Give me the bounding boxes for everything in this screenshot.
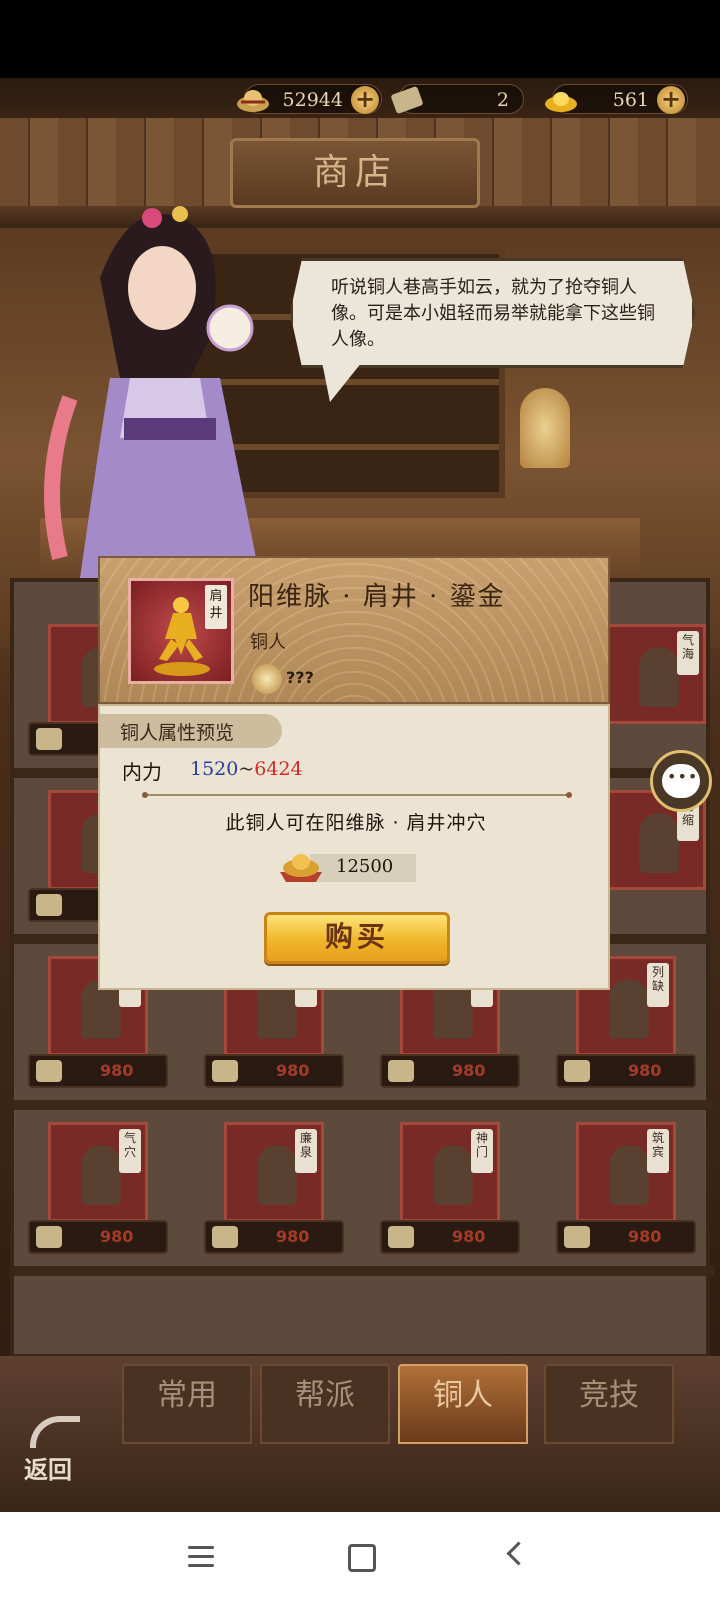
back-button[interactable]: 返回: [20, 1412, 90, 1484]
buy-button-label: 购买: [324, 920, 389, 953]
ticket-amount: 2: [496, 89, 509, 111]
tab-bronze-figure[interactable]: 铜人: [398, 1364, 528, 1444]
currency-bar: 52944 + 2 561 +: [0, 78, 720, 118]
tab-common[interactable]: 常用: [122, 1364, 252, 1444]
silver-ingot-icon: [237, 90, 269, 112]
lamp: [520, 388, 570, 468]
grid-item-price: 980: [204, 1054, 344, 1088]
shop-tab-bar: 常用 帮派 铜人 竞技 返回: [0, 1356, 720, 1512]
back-label: 返回: [24, 1455, 72, 1484]
attr-max: 6424: [254, 758, 303, 780]
section-header: 铜人属性预览: [100, 714, 282, 748]
popup-header: 肩井 阳维脉 · 肩井 · 鎏金 铜人 ???: [98, 556, 610, 704]
npc-speech-text: 听说铜人巷高手如云，就为了抢夺铜人像。可是本小姐轻而易举就能拿下这些铜人像。: [331, 277, 655, 350]
chat-icon: [662, 764, 700, 798]
attr-range: 1520~6424: [190, 758, 303, 780]
silver-ingot-icon: [280, 854, 322, 882]
grid-item[interactable]: 气海: [606, 624, 706, 724]
add-silver-button[interactable]: +: [351, 86, 379, 114]
shopkeeper-character: [44, 206, 260, 578]
grid-item-price: 980: [380, 1054, 520, 1088]
gold-ingot-icon: [545, 92, 577, 112]
grid-item-price: 980: [204, 1220, 344, 1254]
grid-item-price: 980: [28, 1220, 168, 1254]
silver-amount: 52944: [282, 89, 343, 111]
grid-item-price: 980: [556, 1054, 696, 1088]
chat-button[interactable]: [650, 750, 712, 812]
section-title: 铜人属性预览: [120, 722, 235, 744]
item-icon-frame: 肩井: [128, 578, 234, 684]
tab-arena[interactable]: 竞技: [544, 1364, 674, 1444]
ticket-currency: 2: [391, 84, 524, 114]
medal-icon: [252, 664, 282, 694]
item-name: 阳维脉 · 肩井 · 鎏金: [248, 582, 506, 612]
buy-button[interactable]: 购买: [264, 912, 450, 964]
grid-item-price: 980: [556, 1220, 696, 1254]
grid-item[interactable]: 气穴: [48, 1122, 148, 1222]
attr-separator: ~: [238, 758, 255, 780]
home-button[interactable]: [340, 1536, 380, 1576]
tab-guild[interactable]: 帮派: [260, 1364, 390, 1444]
grid-item-price: 980: [380, 1220, 520, 1254]
divider: [142, 792, 572, 798]
add-gold-button[interactable]: +: [657, 86, 685, 114]
attr-min: 1520: [190, 758, 239, 780]
ticket-icon: [391, 86, 423, 114]
item-description: 此铜人可在阳维脉 · 肩井冲穴: [225, 812, 487, 834]
item-acupoint-tag: 肩井: [205, 585, 227, 629]
npc-speech-bubble: 听说铜人巷高手如云，就为了抢夺铜人像。可是本小姐轻而易举就能拿下这些铜人像。: [290, 258, 695, 368]
back-nav-button[interactable]: [496, 1536, 536, 1576]
price-value: 12500: [336, 856, 394, 877]
grid-item-price: 980: [28, 1054, 168, 1088]
silver-currency: 52944 +: [237, 84, 382, 114]
requirement-text: ???: [286, 668, 314, 687]
status-bar: [0, 0, 720, 78]
gold-amount: 561: [612, 89, 649, 111]
item-detail-popup: 肩井 阳维脉 · 肩井 · 鎏金 铜人 ??? 铜人属性预览 内力 1520~6…: [98, 556, 610, 990]
gold-statue-icon: [154, 597, 210, 676]
back-arrow-icon: [30, 1416, 80, 1448]
grid-item[interactable]: 筑宾: [576, 1122, 676, 1222]
recent-apps-button[interactable]: [182, 1536, 222, 1576]
system-nav-bar: [0, 1512, 720, 1600]
attr-label: 内力: [122, 760, 162, 784]
grid-item[interactable]: 神门: [400, 1122, 500, 1222]
item-type: 铜人: [250, 632, 286, 653]
grid-item[interactable]: 廉泉: [224, 1122, 324, 1222]
popup-body: 铜人属性预览 内力 1520~6424 此铜人可在阳维脉 · 肩井冲穴 1250…: [98, 704, 610, 990]
gold-currency: 561 +: [545, 84, 688, 114]
